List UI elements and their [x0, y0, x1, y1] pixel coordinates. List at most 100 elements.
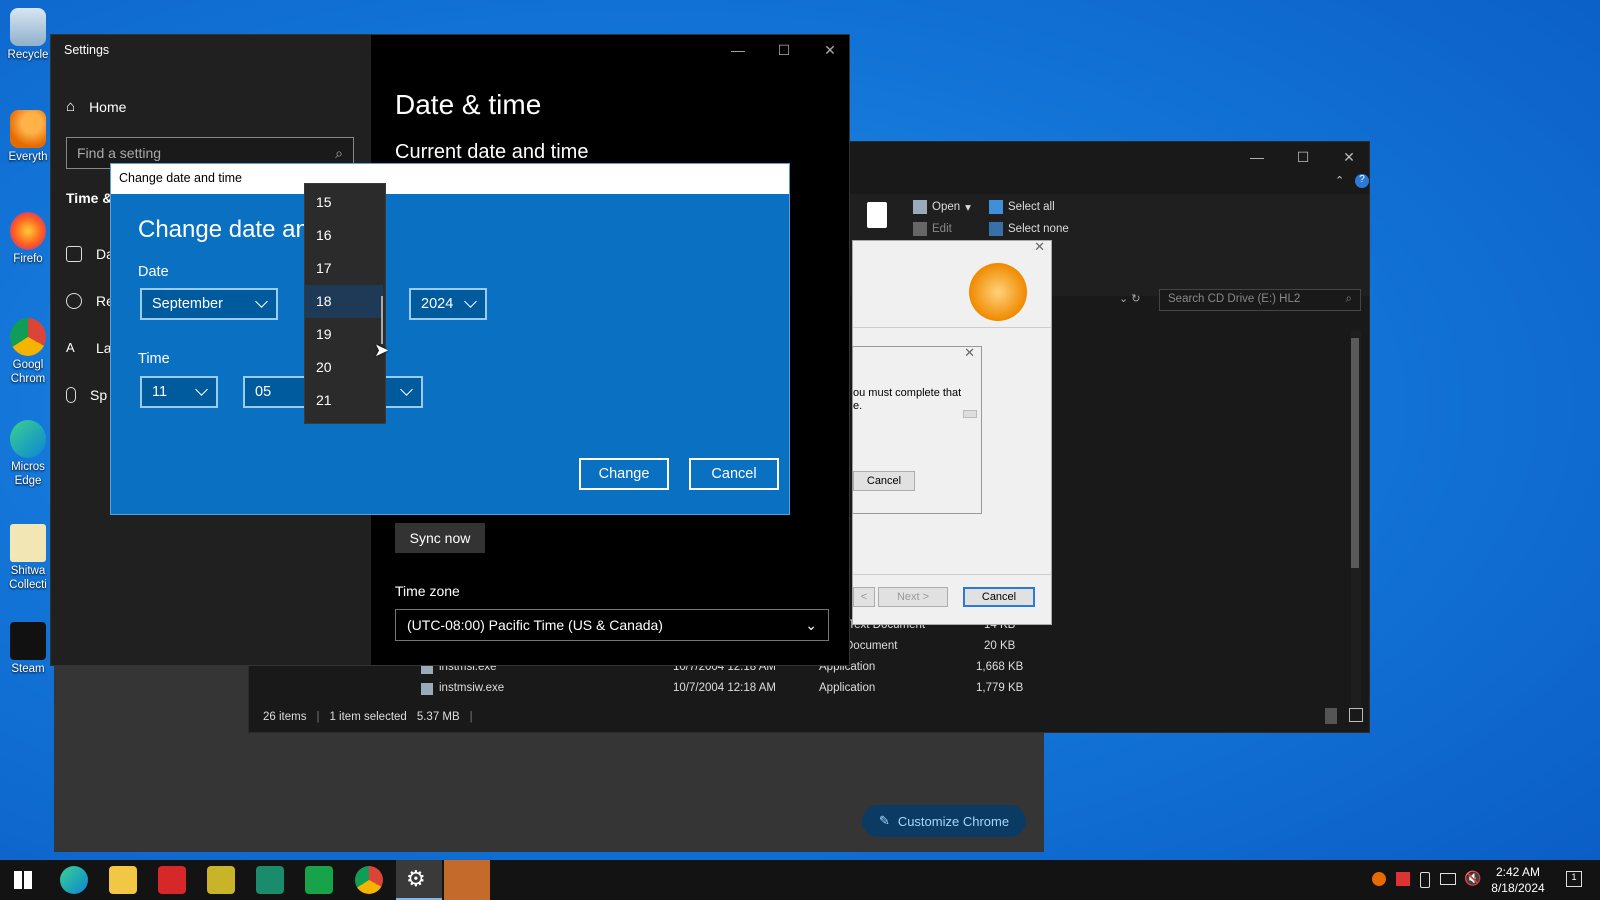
inner-cancel-button[interactable]: Cancel [853, 471, 915, 491]
minimize-icon[interactable]: — [1234, 142, 1280, 172]
window-title: Settings [64, 43, 110, 57]
search-icon: ⌕ [335, 145, 343, 161]
month-select[interactable]: September [140, 288, 278, 320]
day-option-selected[interactable]: 18 [305, 285, 383, 318]
scrollbar-thumb[interactable] [1351, 338, 1359, 568]
app-kt-icon[interactable] [305, 866, 333, 894]
nav-date-time[interactable]: Da [66, 246, 114, 262]
app-fs-icon[interactable] [158, 866, 186, 894]
hour-select[interactable]: 11 [140, 376, 218, 408]
nav-language[interactable]: A La [66, 340, 112, 356]
file-explorer-icon[interactable] [109, 866, 137, 894]
select-all-button[interactable]: Select all [989, 200, 1055, 214]
change-button[interactable]: Change [579, 458, 669, 490]
security-tray-icon[interactable] [1396, 872, 1410, 886]
details-view-icon[interactable] [1325, 708, 1337, 724]
day-option[interactable]: 15 [305, 186, 383, 219]
nav-region[interactable]: Re [66, 293, 114, 309]
desktop-icon-recycle-bin[interactable]: Recycle [0, 8, 56, 62]
explorer-search-input[interactable]: Search CD Drive (E:) HL2 ⌕ [1159, 289, 1361, 311]
edit-button[interactable]: Edit [913, 222, 952, 236]
firefox-icon [10, 212, 46, 250]
dialog-title-bar: Change date and time [111, 164, 789, 194]
edge-icon [10, 420, 46, 458]
usb-tray-icon[interactable] [1420, 872, 1430, 888]
edit-icon [913, 222, 927, 236]
year-select[interactable]: 2024 [409, 288, 487, 320]
timezone-select[interactable]: (UTC-08:00) Pacific Time (US & Canada) ⌄ [395, 609, 829, 641]
date-label: Date [138, 264, 169, 280]
installer-message-dialog: ✕ ou must complete that e. Cancel [852, 345, 982, 514]
day-option[interactable]: 17 [305, 252, 383, 285]
globe-icon [66, 293, 82, 309]
open-button[interactable]: Open ▾ [913, 200, 971, 214]
help-icon[interactable]: ? [1355, 174, 1369, 188]
cancel-button[interactable]: Cancel [963, 587, 1035, 607]
app-grid-icon[interactable] [207, 866, 235, 894]
select-none-button[interactable]: Select none [989, 222, 1069, 236]
select-none-icon [989, 222, 1003, 236]
properties-icon[interactable] [867, 202, 887, 228]
everything-tray-icon[interactable] [1372, 872, 1386, 886]
day-option[interactable]: 21 [305, 384, 383, 417]
next-button[interactable]: Next > [878, 587, 948, 607]
chevron-down-icon: ⌄ [805, 617, 817, 633]
time-label: Time [138, 351, 170, 367]
edge-icon[interactable] [60, 866, 88, 894]
status-bar: 26 items | 1 item selected 5.37 MB | [263, 711, 473, 723]
day-option[interactable]: 20 [305, 351, 383, 384]
select-all-icon [989, 200, 1003, 214]
desktop-icon-everything[interactable]: Everyth [0, 110, 56, 164]
notification-icon[interactable]: 1 [1566, 871, 1582, 887]
customize-chrome-button[interactable]: ✎ Customize Chrome [862, 805, 1026, 837]
mouse-cursor-icon: ➤ [374, 340, 390, 360]
desktop-icon-steam[interactable]: Steam [0, 622, 56, 676]
desktop-icon-firefox[interactable]: Firefo [0, 212, 56, 266]
collapse-ribbon-icon[interactable]: ⌃ [1335, 174, 1344, 187]
back-button[interactable]: < [853, 587, 875, 607]
everything-search-icon [10, 110, 46, 148]
nav-speech[interactable]: Sp [66, 387, 107, 403]
cancel-button[interactable]: Cancel [689, 458, 779, 490]
desktop-icon-folder[interactable]: Shitwa Collecti [0, 524, 56, 592]
close-icon[interactable]: ✕ [1034, 239, 1045, 255]
windows-start-icon[interactable] [14, 871, 32, 889]
app-ls-icon[interactable] [256, 866, 284, 894]
close-icon[interactable]: ✕ [807, 35, 853, 65]
recycle-bin-icon [10, 8, 46, 46]
timezone-heading: Time zone [395, 583, 460, 599]
day-option[interactable]: 19 [305, 318, 383, 351]
close-icon[interactable]: ✕ [964, 345, 975, 361]
day-option[interactable]: 16 [305, 219, 383, 252]
home-icon: ⌂ [66, 98, 76, 115]
maximize-icon[interactable]: ☐ [761, 35, 807, 65]
language-icon: A [66, 340, 75, 355]
network-tray-icon[interactable] [1440, 873, 1456, 885]
gear-icon: ⚙ [406, 866, 426, 891]
pencil-icon: ✎ [878, 813, 890, 828]
day-picker-list[interactable]: 15 16 17 18 19 20 21 [304, 183, 386, 424]
installer-taskbar-button[interactable] [444, 860, 490, 900]
list-scrollbar[interactable] [381, 296, 383, 344]
open-icon [913, 200, 927, 214]
nav-home[interactable]: ⌂ Home [66, 98, 126, 115]
file-row[interactable]: instmsiw.exe 10/7/2004 12:18 AM Applicat… [249, 679, 1371, 699]
dialog-heading: Change date and [138, 216, 323, 243]
application-icon [421, 683, 433, 695]
tiles-view-icon[interactable] [1349, 708, 1363, 722]
desktop-icon-edge[interactable]: Micros Edge [0, 420, 56, 488]
chevron-down-icon [195, 383, 208, 396]
close-icon[interactable]: ✕ [1326, 142, 1372, 172]
minimize-icon[interactable]: — [715, 35, 761, 65]
progress-bar [963, 410, 977, 418]
maximize-icon[interactable]: ☐ [1280, 142, 1326, 172]
steam-icon [10, 622, 46, 660]
taskbar: ⚙ 🔇 2:42 AM 8/18/2024 1 [0, 860, 1600, 900]
chrome-icon[interactable] [355, 866, 383, 894]
change-date-time-dialog: Change date and time Change date and Dat… [110, 163, 790, 515]
chrome-icon [10, 318, 46, 356]
clock[interactable]: 2:42 AM 8/18/2024 [1478, 864, 1558, 896]
sync-now-button[interactable]: Sync now [395, 523, 485, 553]
address-dropdown-icon[interactable]: ⌄ ↻ [1119, 292, 1141, 305]
desktop-icon-chrome[interactable]: Googl Chrom [0, 318, 56, 386]
